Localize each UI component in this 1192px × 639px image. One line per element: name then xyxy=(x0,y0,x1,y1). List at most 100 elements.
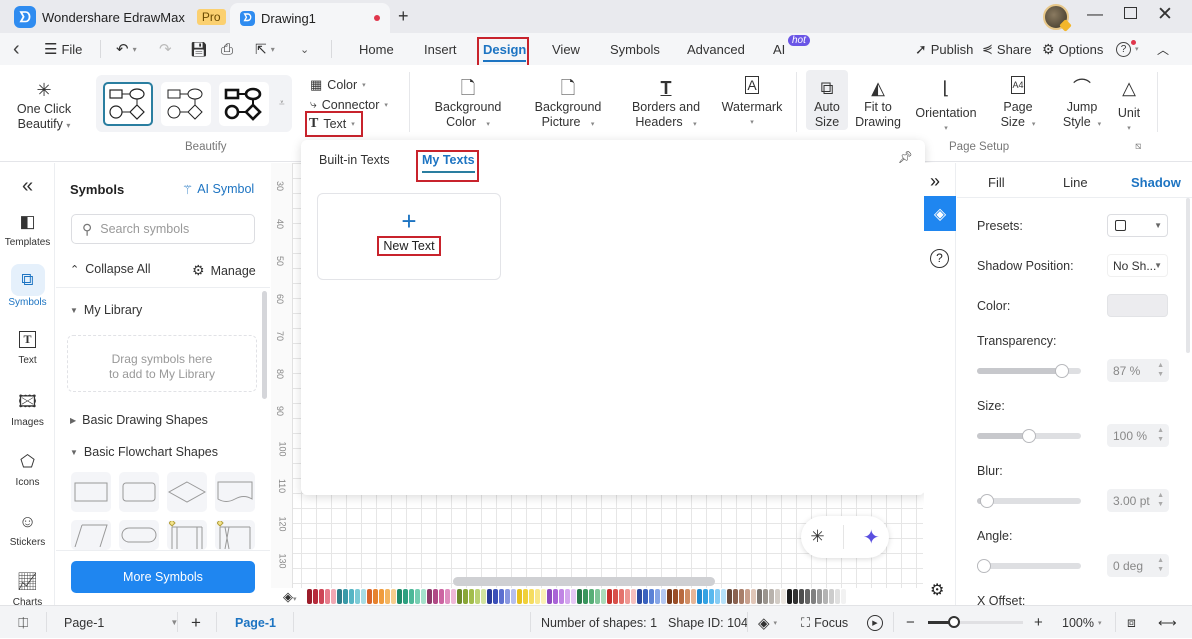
color-swatch[interactable] xyxy=(565,589,570,604)
shape-terminator[interactable] xyxy=(119,520,159,550)
options-button[interactable]: ⚙ Options xyxy=(1042,33,1103,65)
fill-color-picker-button[interactable]: ◈▾ xyxy=(283,589,297,605)
back-button[interactable]: ‹ xyxy=(13,33,20,65)
color-swatch[interactable] xyxy=(787,589,792,604)
color-swatch[interactable] xyxy=(823,589,828,604)
color-swatch[interactable] xyxy=(493,589,498,604)
transparency-input[interactable]: 87 % ▲ ▼ xyxy=(1107,359,1169,382)
export-dropdown-icon[interactable]: ▾ xyxy=(271,45,275,54)
ai-symbol-button[interactable]: ⚚ AI Symbol xyxy=(182,182,254,197)
tab-insert[interactable]: Insert xyxy=(424,33,457,65)
spinner-arrows-icon[interactable]: ▲ ▼ xyxy=(1157,426,1164,444)
color-swatch[interactable] xyxy=(697,589,702,604)
watermark-button[interactable]: A Watermark ▾ xyxy=(720,76,784,130)
color-swatch[interactable] xyxy=(667,589,672,604)
color-swatch[interactable] xyxy=(451,589,456,604)
symbols-scrollbar[interactable] xyxy=(262,291,267,399)
color-swatch[interactable] xyxy=(661,589,666,604)
zoom-level-dropdown[interactable]: 100% ▾ xyxy=(1062,606,1102,639)
color-swatch[interactable] xyxy=(571,589,576,604)
manage-button[interactable]: ⚙ Manage xyxy=(192,262,256,279)
color-swatch[interactable] xyxy=(769,589,774,604)
color-swatch[interactable] xyxy=(637,589,642,604)
color-swatch[interactable] xyxy=(553,589,558,604)
more-symbols-button[interactable]: More Symbols xyxy=(71,561,255,593)
background-color-button[interactable]: 🗋︎ Background Color ▾ xyxy=(432,76,504,132)
orientation-button[interactable]: ⌊ Orientation ▾ xyxy=(914,76,978,136)
minimize-button[interactable]: — xyxy=(1087,6,1103,24)
color-swatch[interactable] xyxy=(361,589,366,604)
color-swatch[interactable] xyxy=(607,589,612,604)
my-library-section[interactable]: ▼ My Library xyxy=(70,303,142,317)
layers-button[interactable]: ◈ ▾ xyxy=(758,606,777,639)
color-swatch[interactable] xyxy=(469,589,474,604)
shadow-position-dropdown[interactable]: No Sh... ▼ xyxy=(1107,254,1168,277)
collapse-panel-button[interactable]: « xyxy=(0,175,55,198)
one-click-beautify-button[interactable]: ✳ One Click Beautify ▾ xyxy=(14,78,74,133)
slider-handle[interactable] xyxy=(977,559,991,573)
color-swatch[interactable] xyxy=(595,589,600,604)
color-swatch[interactable] xyxy=(709,589,714,604)
slider-handle[interactable] xyxy=(1022,429,1036,443)
background-picture-button[interactable]: 🗋︎ Background Picture ▾ xyxy=(532,76,604,132)
color-swatch[interactable] xyxy=(337,589,342,604)
page-size-button[interactable]: A4 Page Size ▾ xyxy=(994,76,1042,132)
color-swatch[interactable] xyxy=(673,589,678,604)
auto-size-button[interactable]: ⧉ Auto Size xyxy=(806,76,848,130)
color-swatch[interactable] xyxy=(505,589,510,604)
horizontal-scrollbar[interactable] xyxy=(453,577,715,586)
color-swatch[interactable] xyxy=(727,589,732,604)
tab-shadow[interactable]: Shadow xyxy=(1131,175,1181,190)
nav-images[interactable]: 🖾︎ Images xyxy=(0,391,55,428)
tab-home[interactable]: Home xyxy=(359,33,394,65)
collapse-all-button[interactable]: ⌃ Collapse All xyxy=(70,262,151,276)
nav-templates[interactable]: ◧ Templates xyxy=(0,211,55,248)
color-swatch[interactable] xyxy=(619,589,624,604)
color-swatch[interactable] xyxy=(511,589,516,604)
tab-symbols[interactable]: Symbols xyxy=(610,33,660,65)
page-tab-page-1[interactable]: Page-1 xyxy=(235,606,276,639)
search-symbols-input[interactable]: ⚲ Search symbols xyxy=(71,214,255,244)
spinner-arrows-icon[interactable]: ▲ ▼ xyxy=(1157,556,1164,574)
color-swatch[interactable] xyxy=(715,589,720,604)
color-swatch[interactable] xyxy=(457,589,462,604)
close-button[interactable]: ✕ xyxy=(1157,3,1173,26)
user-avatar[interactable] xyxy=(1043,4,1072,32)
nav-symbols[interactable]: ⧉ Symbols xyxy=(0,264,55,308)
expand-panel-button[interactable]: » xyxy=(930,171,940,192)
color-swatch[interactable] xyxy=(445,589,450,604)
jump-style-button[interactable]: ⌒ Jump Style ▾ xyxy=(1056,76,1108,132)
color-swatch[interactable] xyxy=(343,589,348,604)
borders-headers-button[interactable]: T Borders and Headers ▾ xyxy=(630,76,702,132)
color-swatch[interactable] xyxy=(751,589,756,604)
color-swatch[interactable] xyxy=(703,589,708,604)
angle-slider[interactable] xyxy=(977,559,1081,573)
color-swatch[interactable] xyxy=(331,589,336,604)
color-swatch[interactable] xyxy=(349,589,354,604)
tab-line[interactable]: Line xyxy=(1063,175,1088,190)
blur-input[interactable]: 3.00 pt ▲ ▼ xyxy=(1107,489,1169,512)
publish-button[interactable]: ➚ Publish xyxy=(915,33,973,65)
unit-button[interactable]: △ Unit ▾ xyxy=(1114,76,1144,136)
color-swatch[interactable] xyxy=(541,589,546,604)
color-swatch[interactable] xyxy=(397,589,402,604)
spinner-arrows-icon[interactable]: ▲ ▼ xyxy=(1157,361,1164,379)
color-swatch[interactable] xyxy=(817,589,822,604)
color-swatch[interactable] xyxy=(439,589,444,604)
slider-handle[interactable] xyxy=(1055,364,1069,378)
help-button[interactable]: ? ▾ xyxy=(1116,33,1139,65)
blur-slider[interactable] xyxy=(977,494,1081,508)
share-button[interactable]: ⋞ Share xyxy=(982,33,1032,65)
document-tab[interactable]: ᗤ Drawing1 xyxy=(230,3,390,33)
color-swatch[interactable] xyxy=(385,589,390,604)
page-panel-toggle[interactable]: ⎅ xyxy=(18,606,28,639)
shape-decision[interactable] xyxy=(167,472,207,512)
color-swatch[interactable] xyxy=(481,589,486,604)
app-tab[interactable]: ᗤ Wondershare EdrawMax Pro xyxy=(14,3,226,31)
undo-button[interactable]: ↶ ▾ xyxy=(116,33,137,65)
color-swatch[interactable] xyxy=(427,589,432,604)
nav-text[interactable]: T Text xyxy=(0,331,55,366)
color-swatch[interactable] xyxy=(391,589,396,604)
color-swatch[interactable] xyxy=(475,589,480,604)
color-swatch[interactable] xyxy=(403,589,408,604)
